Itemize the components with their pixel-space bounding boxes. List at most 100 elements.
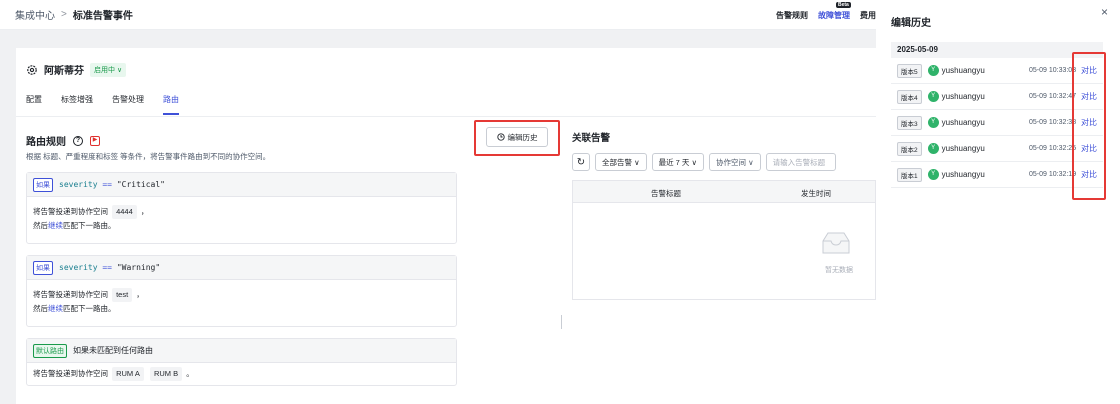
tab-routing[interactable]: 路由 <box>163 94 179 115</box>
continue-link[interactable]: 继续 <box>48 221 63 230</box>
nav-alert-rules[interactable]: 告警规则 <box>776 10 808 21</box>
space-filter[interactable]: 协作空间 ∨ <box>709 153 761 171</box>
version-badge: 版本1 <box>897 167 922 182</box>
highlight-edit-history <box>474 120 560 156</box>
rule-continue-suffix: 匹配下一路由。 <box>63 304 116 313</box>
avatar: Y <box>927 143 939 154</box>
version-badge: 版本2 <box>897 141 922 156</box>
refresh-icon: ↻ <box>576 156 586 168</box>
rule-action-suffix: ， <box>136 290 144 299</box>
beta-badge: Beta <box>836 1 851 8</box>
continue-link[interactable]: 继续 <box>48 304 63 313</box>
history-time: 05-09 10:32:38 <box>1029 119 1077 126</box>
version-badge: 版本3 <box>897 115 922 130</box>
top-bar: 集成中心 > 标准告警事件 告警规则 Beta 故障管理 费用 <box>0 0 876 30</box>
rule-action-line: 将告警投递到协作空间 4444 ， <box>33 205 450 219</box>
top-nav: 告警规则 Beta 故障管理 费用 <box>776 0 876 30</box>
default-action-text: 将告警投递到协作空间 <box>33 369 108 378</box>
routing-rules-title: 路由规则 ? ▶ <box>26 133 100 148</box>
avatar: Y <box>927 91 939 102</box>
tab-label-enrichment[interactable]: 标签增强 <box>61 94 93 115</box>
tab-bar: 配置 标签增强 告警处理 路由 <box>26 94 179 115</box>
rule-continue-prefix: 然后 <box>33 304 48 313</box>
tab-alert-processing[interactable]: 告警处理 <box>112 94 144 115</box>
related-alerts-toolbar: ↻ 全部告警 ∨ 最近 7 天 ∨ 协作空间 ∨ 请输入告警标题 <box>572 153 836 171</box>
rule-continue-prefix: 然后 <box>33 221 48 230</box>
drawer-title: 编辑历史 <box>891 18 931 29</box>
default-route-desc: 如果未匹配到任何路由 <box>73 346 153 355</box>
video-icon[interactable]: ▶ <box>90 135 100 146</box>
status-dropdown[interactable]: 启用中 ∨ <box>90 62 127 77</box>
alert-search-input[interactable]: 请输入告警标题 <box>765 153 836 171</box>
tabs-divider <box>16 116 876 117</box>
rule-continue-line: 然后继续匹配下一路由。 <box>33 302 450 316</box>
column-occur-time: 发生时间 <box>801 189 831 198</box>
related-alerts-title: 关联告警 <box>572 133 611 144</box>
history-time: 05-09 10:32:19 <box>1029 171 1077 178</box>
avatar: Y <box>927 65 939 76</box>
refresh-button[interactable]: ↻ <box>572 153 590 171</box>
nav-incident-management-label: 故障管理 <box>818 10 850 20</box>
condition-operator: == <box>102 180 112 189</box>
integration-name: 阿斯蒂芬 <box>44 66 84 77</box>
history-time: 05-09 10:32:25 <box>1029 145 1077 152</box>
nav-incident-management[interactable]: Beta 故障管理 <box>818 1 851 21</box>
highlight-compare-links <box>1072 52 1106 200</box>
panel-resize-handle[interactable] <box>561 315 562 329</box>
history-user: yushuangyu <box>941 170 985 179</box>
default-action-suffix: 。 <box>186 369 194 378</box>
condition-expression: severity == "Critical" <box>59 180 165 189</box>
version-badge: 版本5 <box>897 63 922 78</box>
history-time: 05-09 10:33:03 <box>1029 67 1077 74</box>
condition-value: "Critical" <box>116 180 165 189</box>
breadcrumb-current: 标准告警事件 <box>72 11 133 22</box>
default-rule-head: 默认路由 如果未匹配到任何路由 <box>27 339 456 363</box>
space-chip: 4444 <box>112 205 137 219</box>
space-chip: RUM B <box>149 367 183 381</box>
empty-box-icon <box>822 232 850 254</box>
history-user: yushuangyu <box>941 92 985 101</box>
route-rule: 如果 severity == "Critical" 将告警投递到协作空间 444… <box>26 172 457 244</box>
if-tag: 如果 <box>33 260 53 275</box>
default-route-tag: 默认路由 <box>33 343 67 358</box>
rule-continue-suffix: 匹配下一路由。 <box>63 221 116 230</box>
help-icon[interactable]: ? <box>73 135 83 146</box>
related-alerts-table: 告警标题 发生时间 暂无数据 <box>572 180 876 300</box>
breadcrumb-parent[interactable]: 集成中心 <box>15 7 55 22</box>
rule-action-text: 将告警投递到协作空间 <box>33 207 108 216</box>
gear-icon <box>27 64 37 75</box>
time-range-filter[interactable]: 最近 7 天 ∨ <box>651 153 704 171</box>
breadcrumb-separator: > <box>61 9 67 20</box>
nav-cost[interactable]: 费用 <box>860 10 876 21</box>
empty-text: 暂无数据 <box>825 267 853 274</box>
condition-expression: severity == "Warning" <box>59 263 160 272</box>
alert-status-filter[interactable]: 全部告警 ∨ <box>595 153 647 171</box>
routing-rules-description: 根据 标题、严重程度和标签 等条件，将告警事件路由到不同的协作空间。 <box>26 152 271 161</box>
rule-action: 将告警投递到协作空间 4444 ， 然后继续匹配下一路由。 <box>27 197 456 241</box>
route-rule: 如果 severity == "Warning" 将告警投递到协作空间 test… <box>26 255 457 327</box>
routing-rules-label: 路由规则 <box>26 137 66 148</box>
column-alert-title: 告警标题 <box>651 189 681 198</box>
rule-action-text: 将告警投递到协作空间 <box>33 290 108 299</box>
rule-condition: 如果 severity == "Critical" <box>27 173 456 197</box>
close-icon[interactable]: × <box>1101 5 1108 19</box>
rule-action-line: 将告警投递到协作空间 test ， <box>33 288 450 302</box>
condition-field: severity <box>59 263 98 272</box>
condition-value: "Warning" <box>116 263 161 272</box>
space-chip: test <box>112 288 133 302</box>
version-badge: 版本4 <box>897 89 922 104</box>
condition-field: severity <box>59 180 98 189</box>
default-rule-action: 将告警投递到协作空间 RUM A RUM B 。 <box>27 363 456 389</box>
edit-history-drawer: 编辑历史 × 2025-05-09 版本5 Y yushuangyu 05-09… <box>876 0 1120 404</box>
space-chip: RUM A <box>112 367 144 381</box>
rule-continue-line: 然后继续匹配下一路由。 <box>33 219 450 233</box>
condition-operator: == <box>102 263 112 272</box>
rule-action-suffix: ， <box>140 207 149 216</box>
history-user: yushuangyu <box>941 118 985 127</box>
avatar: Y <box>927 169 939 180</box>
tab-config[interactable]: 配置 <box>26 94 42 115</box>
if-tag: 如果 <box>33 177 53 192</box>
avatar: Y <box>927 117 939 128</box>
default-route-rule: 默认路由 如果未匹配到任何路由 将告警投递到协作空间 RUM A RUM B 。 <box>26 338 457 386</box>
rule-action: 将告警投递到协作空间 test ， 然后继续匹配下一路由。 <box>27 280 456 324</box>
